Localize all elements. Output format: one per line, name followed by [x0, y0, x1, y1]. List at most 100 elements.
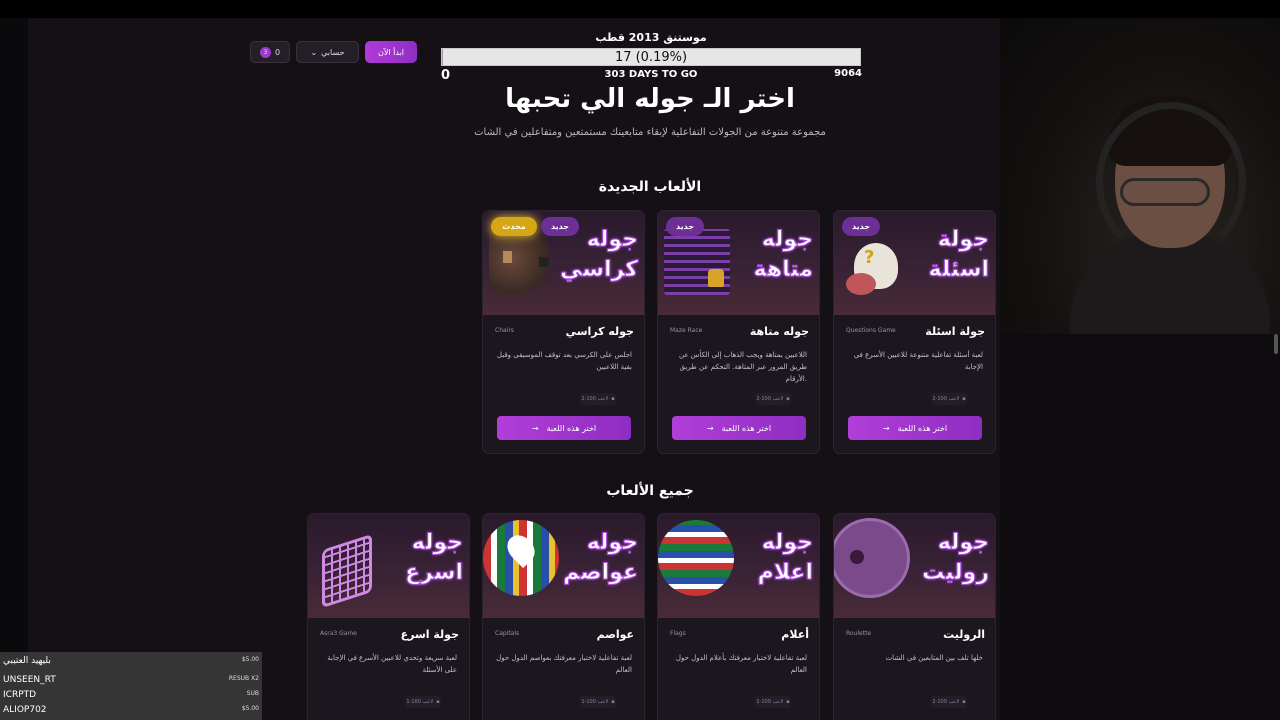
account-button[interactable]: ⌄ حسابي: [296, 41, 359, 63]
game-eng-name: Maze Race: [670, 327, 703, 334]
players-count: 1-100 لاعب: [581, 699, 609, 705]
users-icon: ▪: [962, 699, 966, 705]
game-eng-name: Flags: [670, 630, 686, 637]
chat-user: بليهيد العتيبي: [3, 656, 51, 666]
choose-label: اختر هذه اللعبة: [546, 423, 597, 433]
game-banner: جوله اعلام: [658, 514, 819, 618]
game-card-roulette[interactable]: جوله روليت الروليت Roulette خلها تلف بين…: [833, 513, 996, 720]
coins-value: 0: [274, 47, 281, 57]
page-subtitle: مجموعة متنوعة من الجولات التفاعلية لإبقا…: [474, 127, 826, 138]
new-badge: جديد: [842, 217, 880, 236]
players-count: 2-100 لاعب: [756, 396, 784, 402]
all-games-title: جميع الألعاب: [606, 483, 694, 499]
goal-progress-bar: 17 (0.19%): [441, 48, 861, 66]
game-banner: جوله عواصم: [483, 514, 644, 618]
chat-user: ALIOP702: [3, 705, 47, 715]
goal-max: 9064: [834, 68, 862, 79]
chat-row: ALIOP702 $5.00: [0, 703, 262, 718]
game-name: جولة اسئلة: [925, 325, 985, 338]
game-description: لعبة سريعة وتحدي للاعبين الأسرع في الإجا…: [327, 654, 457, 674]
players-badge: 1-100 لاعب ▪: [405, 696, 441, 708]
goal-title: موستنق 2013 قطب: [595, 31, 707, 44]
players-badge: 2-100 لاعب ▪: [931, 696, 967, 708]
game-name: عواصم: [596, 628, 634, 641]
players-badge: 2-100 لاعب ▪: [755, 393, 791, 405]
game-eng-name: Chairs: [495, 327, 514, 334]
scrollbar-thumb[interactable]: [1274, 334, 1278, 354]
game-name: جوله كراسي: [565, 325, 634, 338]
choose-game-button[interactable]: → اختر هذه اللعبة: [497, 416, 631, 440]
choose-game-button[interactable]: → اختر هذه اللعبة: [848, 416, 982, 440]
chat-amount: RESUB X2: [228, 675, 259, 682]
top-letterbox: [0, 0, 1280, 18]
webcam-overlay: [1000, 18, 1280, 334]
players-count: 2-100 لاعب: [932, 396, 960, 402]
game-card-asra3[interactable]: جوله اسرع جولة اسرع Asra3 Game لعبة سريع…: [307, 513, 470, 720]
game-eng-name: Roulette: [846, 630, 872, 637]
right-panel: [1000, 334, 1280, 720]
coin-icon: 3: [259, 46, 271, 58]
players-count: 2-100 لاعب: [932, 699, 960, 705]
choose-label: اختر هذه اللعبة: [721, 423, 772, 433]
game-description: لعبة تفاعلية لاختبار معرفتك بعواصم الدول…: [496, 654, 632, 674]
players-count: 1-100 لاعب: [756, 699, 784, 705]
game-name: الروليت: [943, 628, 985, 641]
game-card-chairs[interactable]: جوله كراسي محدث جديد جوله كراسي Chairs ا…: [482, 210, 645, 454]
players-badge: 2-100 لاعب ▪: [580, 393, 616, 405]
game-card-questions[interactable]: ? جولة اسئلة جديد جولة اسئلة Questions G…: [833, 210, 996, 454]
choose-label: اختر هذه اللعبة: [897, 423, 948, 433]
chat-row: بليهيد العتيبي $5.00: [0, 654, 262, 669]
game-banner: جوله روليت: [834, 514, 995, 618]
chat-alerts: بليهيد العتيبي $5.00 UNSEEN_RT RESUB X2 …: [0, 652, 262, 720]
goal-days: 303 DAYS TO GO: [604, 69, 698, 80]
chat-amount: $5.00: [241, 705, 259, 712]
start-now-button[interactable]: ابدأ الآن: [365, 41, 417, 63]
game-description: لعبة تفاعلية لاختبار معرفتك بأعلام الدول…: [675, 654, 807, 674]
users-icon: ▪: [786, 396, 790, 402]
arrow-right-icon: →: [882, 423, 890, 433]
banner-title: جوله عواصم: [563, 530, 639, 586]
banner-title: جوله روليت: [922, 530, 990, 586]
users-icon: ▪: [611, 396, 615, 402]
goal-progress-text: 17 (0.19%): [614, 50, 688, 65]
choose-game-button[interactable]: → اختر هذه اللعبة: [672, 416, 806, 440]
game-description: خلها تلف بين المتابعين في الشات: [885, 654, 983, 662]
players-badge: 1-100 لاعب ▪: [580, 696, 616, 708]
coins-pill[interactable]: 3 0: [250, 41, 290, 63]
account-label: حسابي: [321, 47, 345, 57]
new-badge: جديد: [541, 217, 579, 236]
game-name: أعلام: [781, 628, 809, 641]
game-eng-name: Questions Game: [846, 327, 896, 334]
headset: [1096, 102, 1246, 262]
new-games-title: الألعاب الجديدة: [598, 179, 702, 195]
users-icon: ▪: [786, 699, 790, 705]
users-icon: ▪: [962, 396, 966, 402]
chat-amount: $5.00: [241, 656, 259, 663]
game-card-capitals[interactable]: جوله عواصم عواصم Capitals لعبة تفاعلية ل…: [482, 513, 645, 720]
game-description: لعبة أسئلة تفاعلية متنوعة للاعبين الأسرع…: [853, 351, 983, 371]
stream-frame: 3 0 ⌄ حسابي ابدأ الآن موستنق 2013 قطب 17…: [0, 0, 1280, 720]
updated-badge: محدث: [491, 217, 537, 236]
page-title: اختر الـ جوله الي تحبها: [505, 84, 795, 114]
users-icon: ▪: [611, 699, 615, 705]
game-description: اجلس على الكرسي بعد توقف الموسيقى وقبل ب…: [496, 351, 632, 371]
players-badge: 1-100 لاعب ▪: [755, 696, 791, 708]
players-count: 2-100 لاعب: [581, 396, 609, 402]
chat-user: UNSEEN_RT: [3, 675, 56, 685]
banner-title: جولة اسئلة: [928, 227, 989, 283]
game-card-flags[interactable]: جوله اعلام أعلام Flags لعبة تفاعلية لاخت…: [657, 513, 820, 720]
chevron-down-icon: ⌄: [310, 47, 318, 57]
chat-amount: SUB: [246, 690, 259, 697]
banner-title: جوله اعلام: [757, 530, 813, 586]
banner-title: جوله اسرع: [405, 530, 464, 586]
game-name: جوله متاهة: [749, 325, 809, 338]
players-badge: 2-100 لاعب ▪: [931, 393, 967, 405]
chat-row: UNSEEN_RT RESUB X2: [0, 673, 262, 688]
game-eng-name: Asra3 Game: [320, 630, 357, 637]
game-card-maze[interactable]: جوله متاهة جديد جوله متاهة Maze Race الل…: [657, 210, 820, 454]
game-banner: جوله اسرع: [308, 514, 469, 618]
banner-title: جوله متاهة: [753, 227, 813, 283]
users-icon: ▪: [436, 699, 440, 705]
new-badge: جديد: [666, 217, 704, 236]
arrow-right-icon: →: [531, 423, 539, 433]
